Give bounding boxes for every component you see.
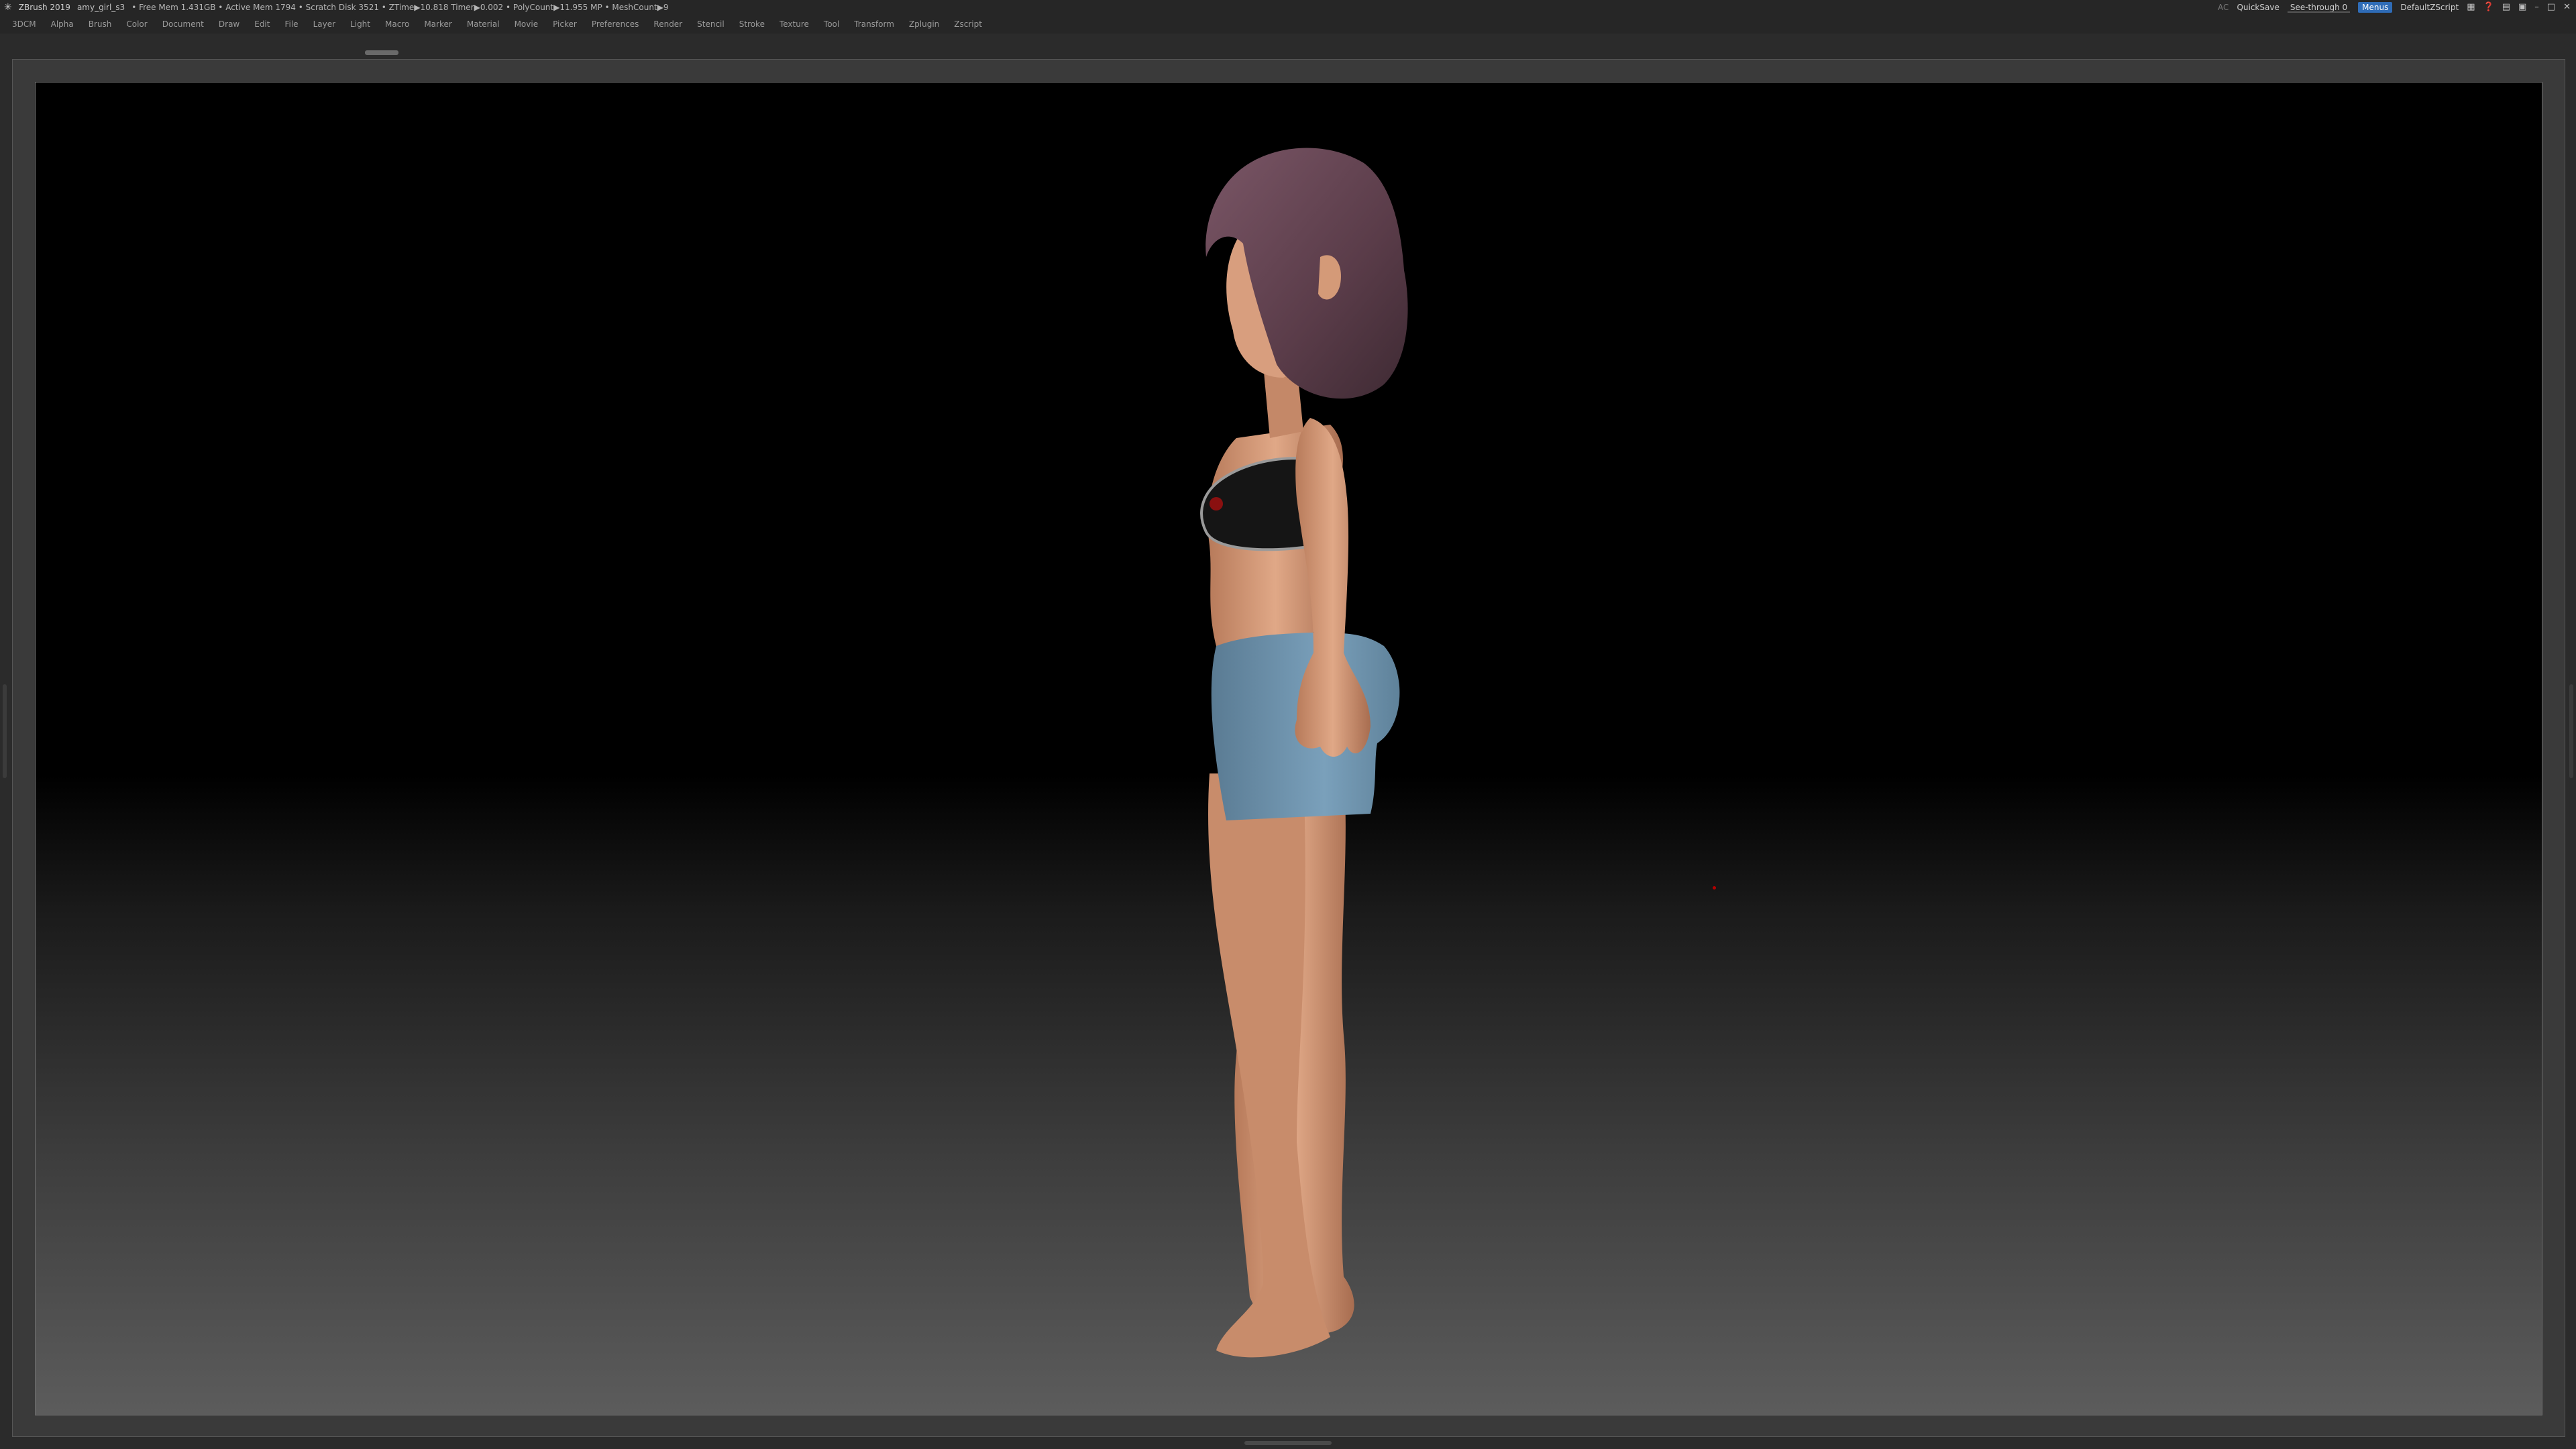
main-menu-bar: 3DCM Alpha Brush Color Document Draw Edit File L… [0,15,2576,34]
cursor-marker [1713,886,1716,890]
menu-draw[interactable]: Draw [219,15,239,34]
menu-transform[interactable]: Transform [854,15,894,34]
menu-movie[interactable]: Movie [515,15,539,34]
menu-zplugin[interactable]: Zplugin [909,15,939,34]
right-tray-handle[interactable] [2569,684,2573,778]
menus-button[interactable]: Menus [2358,2,2393,13]
see-through-track [2287,11,2351,13]
menu-texture[interactable]: Texture [780,15,809,34]
top-print [1210,497,1223,511]
file-name: amy_girl_s3 [76,3,125,12]
ac-indicator[interactable]: AC [2218,0,2229,15]
lock-icon[interactable]: ▣ [2518,0,2526,15]
menu-tool[interactable]: Tool [824,15,839,34]
menu-macro[interactable]: Macro [385,15,409,34]
help-icon[interactable]: ❓ [2483,0,2494,15]
menu-material[interactable]: Material [467,15,500,34]
menu-document[interactable]: Document [162,15,204,34]
viewport-canvas[interactable] [35,82,2542,1415]
menu-alpha[interactable]: Alpha [51,15,74,34]
app-title: ZBrush 2019 [18,3,70,12]
menu-brush[interactable]: Brush [89,15,112,34]
shelf-scroll-handle[interactable] [365,50,398,55]
menu-3dcm[interactable]: 3DCM [12,15,36,34]
shelf-area [0,34,2576,50]
bottom-tray-handle[interactable] [1244,1441,1332,1445]
menu-stroke[interactable]: Stroke [739,15,765,34]
menu-edit[interactable]: Edit [254,15,270,34]
menu-color[interactable]: Color [126,15,147,34]
zbrush-logo-icon: ✳ [4,2,12,13]
default-zscript-button[interactable]: DefaultZScript [2400,0,2459,15]
close-icon[interactable]: ✕ [2563,0,2571,15]
minimize-icon[interactable]: – [2534,0,2539,15]
see-through-slider[interactable]: See-through 0 [2287,2,2351,13]
maximize-icon[interactable]: □ [2547,0,2555,15]
grid-icon[interactable]: ▤ [2502,0,2510,15]
title-bar: ✳ ZBrush 2019 amy_girl_s3 • Free Mem 1.4… [0,0,2576,15]
menu-light[interactable]: Light [350,15,370,34]
menu-render[interactable]: Render [653,15,682,34]
left-tray-handle[interactable] [3,684,7,778]
menu-layer[interactable]: Layer [313,15,335,34]
memory-stats: • Free Mem 1.431GB • Active Mem 1794 • S… [131,3,669,12]
quicksave-button[interactable]: QuickSave [2237,0,2279,15]
menu-zscript[interactable]: Zscript [954,15,982,34]
menu-stencil[interactable]: Stencil [697,15,724,34]
character-model [1200,148,1408,1358]
menu-preferences[interactable]: Preferences [592,15,639,34]
see-through-label: See-through 0 [2290,3,2348,12]
menu-marker[interactable]: Marker [424,15,451,34]
layout-icon[interactable]: ▦ [2467,0,2475,15]
menu-file[interactable]: File [284,15,298,34]
menu-picker[interactable]: Picker [553,15,577,34]
